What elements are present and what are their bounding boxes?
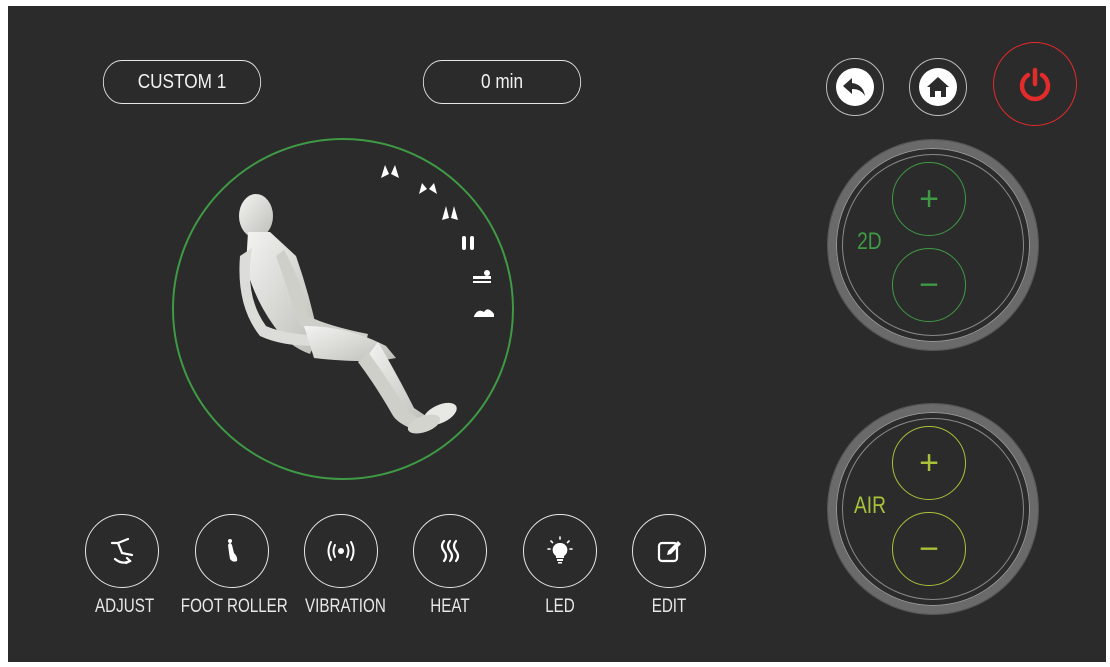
- foot-roller-button[interactable]: [195, 514, 269, 588]
- function-label: ADJUST: [95, 596, 155, 617]
- session-timer: 0 min: [422, 60, 582, 104]
- air-minus-button[interactable]: −: [892, 512, 966, 586]
- led-button[interactable]: [523, 514, 597, 588]
- function-label: FOOT ROLLER: [180, 596, 288, 617]
- knead-hands-icon[interactable]: [378, 162, 402, 180]
- edit-icon: [653, 535, 685, 567]
- timer-label: 0 min: [480, 70, 524, 93]
- light-bulb-icon: [544, 535, 576, 567]
- adjust-button[interactable]: [85, 514, 159, 588]
- power-button[interactable]: [993, 42, 1077, 126]
- air-label: AIR: [854, 492, 887, 519]
- heat-button[interactable]: [413, 514, 487, 588]
- massage-chair-screen: CUSTOM 1 0 min + − 2D + − AIR ADJUST FOO…: [8, 6, 1106, 662]
- vibration-icon: [323, 535, 359, 567]
- function-label: VIBRATION: [305, 596, 386, 617]
- back-button[interactable]: [826, 58, 884, 116]
- minus-icon: −: [919, 265, 939, 304]
- function-label: HEAT: [430, 596, 470, 617]
- shiatsu-icon[interactable]: [470, 268, 494, 286]
- body-figure-image: [239, 194, 457, 434]
- clap-hands-icon[interactable]: [438, 204, 462, 222]
- plus-icon: +: [919, 443, 939, 482]
- 2d-plus-button[interactable]: +: [892, 162, 966, 236]
- vibration-button[interactable]: [304, 514, 378, 588]
- press-hands-icon[interactable]: [456, 234, 480, 252]
- rolling-icon[interactable]: [472, 302, 496, 320]
- function-label: LED: [545, 596, 575, 617]
- program-label: CUSTOM 1: [137, 70, 227, 93]
- tap-hands-icon[interactable]: [416, 178, 440, 196]
- foot-icon: [216, 535, 248, 567]
- edit-button[interactable]: [632, 514, 706, 588]
- back-arrow-icon: [835, 67, 875, 107]
- 2d-minus-button[interactable]: −: [892, 248, 966, 322]
- minus-icon: −: [919, 529, 939, 568]
- home-button[interactable]: [909, 58, 967, 116]
- recline-adjust-icon: [106, 535, 138, 567]
- air-plus-button[interactable]: +: [892, 426, 966, 500]
- function-label: EDIT: [651, 596, 687, 617]
- 2d-label: 2D: [857, 228, 882, 255]
- power-icon: [1015, 64, 1055, 104]
- program-selector[interactable]: CUSTOM 1: [102, 60, 262, 104]
- heat-icon: [434, 535, 466, 567]
- plus-icon: +: [919, 179, 939, 218]
- home-icon: [918, 67, 958, 107]
